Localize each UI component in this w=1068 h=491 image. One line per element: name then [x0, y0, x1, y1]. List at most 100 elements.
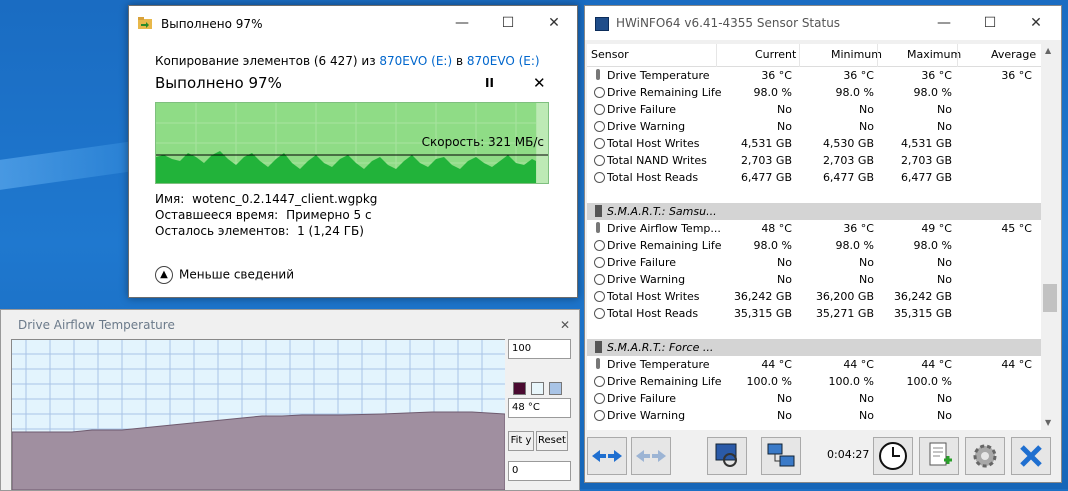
destination-link[interactable]: 870EVO (E:) — [467, 54, 540, 68]
sensor-row[interactable]: Drive Failure No No No — [587, 101, 1041, 118]
sensor-row[interactable]: Drive Temperature 36 °C 36 °C 36 °C 36 °C — [587, 67, 1041, 84]
sensor-name: Total Host Reads — [607, 307, 699, 320]
grid-color-swatch[interactable] — [549, 382, 562, 395]
sensor-monitor-icon[interactable] — [707, 437, 747, 475]
report-add-icon[interactable] — [919, 437, 959, 475]
sensor-row[interactable]: Drive Airflow Temp... 48 °C 36 °C 49 °C 45 °… — [587, 220, 1041, 237]
sensor-row[interactable]: Drive Warning No No No — [587, 407, 1041, 424]
sensor-minimum: 98.0 % — [835, 239, 874, 252]
header-minimum[interactable]: Minimum — [831, 48, 882, 61]
clock-icon — [594, 393, 605, 404]
fit-y-button[interactable]: Fit y — [508, 431, 534, 451]
graph-max-value[interactable]: 100 — [508, 339, 571, 359]
sensor-maximum: 35,315 GB — [893, 307, 952, 320]
hwinfo-close-button[interactable]: ✕ — [1013, 6, 1059, 40]
thermometer-icon — [596, 222, 600, 233]
vertical-scrollbar[interactable]: ▲ ▼ — [1042, 44, 1059, 430]
copy-progress-dialog: Выполнено 97% — ☐ ✕ Копирование элементо… — [128, 5, 578, 298]
graph-close-icon[interactable]: ✕ — [558, 318, 572, 332]
sensor-maximum: 36 °C — [921, 69, 952, 82]
sensor-maximum: 2,703 GB — [900, 154, 952, 167]
network-icon[interactable] — [761, 437, 801, 475]
clock-icon — [594, 274, 605, 285]
hwinfo-maximize-button[interactable]: ☐ — [967, 6, 1013, 40]
sensor-minimum: 44 °C — [843, 358, 874, 371]
drive-icon — [595, 341, 602, 353]
sensor-row[interactable]: Drive Failure No No No — [587, 254, 1041, 271]
sensor-current: 48 °C — [761, 222, 792, 235]
pause-button[interactable]: II — [485, 76, 494, 90]
nav-arrows-alt-icon[interactable] — [631, 437, 671, 475]
sensor-row[interactable]: Drive Warning No No No — [587, 118, 1041, 135]
sensor-name: Total Host Reads — [607, 171, 699, 184]
header-maximum[interactable]: Maximum — [907, 48, 961, 61]
sensor-current: 36,242 GB — [733, 290, 792, 303]
sensor-row[interactable]: Drive Remaining Life 98.0 % 98.0 % 98.0 % — [587, 237, 1041, 254]
header-sensor[interactable]: Sensor — [591, 48, 629, 61]
hwinfo-title: HWiNFO64 v6.41-4355 Sensor Status — [616, 16, 841, 30]
sensor-group-row[interactable]: S.M.A.R.T.: Samsu... — [587, 203, 1041, 220]
sensor-row[interactable]: Drive Failure No No No — [587, 390, 1041, 407]
sensor-row[interactable]: Total Host Writes 36,242 GB 36,200 GB 36,24… — [587, 288, 1041, 305]
sensor-group-row[interactable]: S.M.A.R.T.: Force ... — [587, 339, 1041, 356]
graph-min-value[interactable]: 0 — [508, 461, 571, 481]
sensor-minimum: No — [859, 392, 874, 405]
source-link[interactable]: 870EVO (E:) — [379, 54, 452, 68]
sensor-row[interactable]: Drive Warning No No No — [587, 271, 1041, 288]
hwinfo-titlebar[interactable]: HWiNFO64 v6.41-4355 Sensor Status — ☐ ✕ — [585, 6, 1061, 40]
background-color-swatch[interactable] — [531, 382, 544, 395]
sensor-current: No — [777, 103, 792, 116]
clock-icon[interactable] — [873, 437, 913, 475]
sensor-row[interactable]: Drive Remaining Life 100.0 % 100.0 % 100.0 … — [587, 373, 1041, 390]
close-button[interactable]: ✕ — [531, 6, 577, 40]
sensor-average: 36 °C — [1001, 69, 1032, 82]
nav-arrows-icon[interactable] — [587, 437, 627, 475]
hwinfo-minimize-button[interactable]: — — [921, 6, 967, 40]
scroll-up-icon[interactable]: ▲ — [1045, 46, 1051, 55]
sensor-name: Total Host Writes — [607, 290, 700, 303]
settings-icon[interactable] — [965, 437, 1005, 475]
scroll-down-icon[interactable]: ▼ — [1045, 418, 1051, 427]
scrollbar-thumb[interactable] — [1043, 284, 1057, 312]
sensor-row[interactable]: Total Host Writes 4,531 GB 4,530 GB 4,531 G… — [587, 135, 1041, 152]
sensor-name: Drive Warning — [607, 409, 686, 422]
minimize-button[interactable]: — — [439, 6, 485, 40]
thermometer-icon — [596, 358, 600, 369]
sensor-current: 35,315 GB — [733, 307, 792, 320]
maximize-button[interactable]: ☐ — [485, 6, 531, 40]
sensor-minimum: 36,200 GB — [815, 290, 874, 303]
clock-icon — [594, 87, 605, 98]
sensor-row[interactable]: Total Host Reads 35,315 GB 35,271 GB 35,315… — [587, 305, 1041, 322]
sensor-minimum: No — [859, 409, 874, 422]
sensor-current: 4,531 GB — [740, 137, 792, 150]
sensor-current: No — [777, 273, 792, 286]
sensor-row[interactable]: Total NAND Writes 2,703 GB 2,703 GB 2,703 G… — [587, 152, 1041, 169]
items-remaining-row: Осталось элементов: 1 (1,24 ГБ) — [155, 224, 364, 238]
sensor-row[interactable]: Drive Remaining Life 98.0 % 98.0 % 98.0 % — [587, 84, 1041, 101]
graph-plot-svg — [12, 340, 505, 490]
sensor-name: Drive Failure — [607, 256, 677, 269]
thermometer-icon — [596, 69, 600, 80]
drive-icon — [595, 205, 602, 217]
copy-folder-icon — [138, 17, 152, 29]
sensor-row[interactable]: Drive Temperature 44 °C 44 °C 44 °C 44 °C — [587, 356, 1041, 373]
graph-title: Drive Airflow Temperature — [18, 318, 175, 332]
line-color-swatch[interactable] — [513, 382, 526, 395]
less-details-label: Меньше сведений — [179, 267, 295, 282]
sensor-maximum: No — [937, 103, 952, 116]
copy-dialog-title: Выполнено 97% — [161, 17, 263, 31]
header-average[interactable]: Average — [991, 48, 1036, 61]
header-current[interactable]: Current — [755, 48, 796, 61]
sensor-minimum: No — [859, 273, 874, 286]
elapsed-time: 0:04:27 — [827, 448, 870, 461]
reset-button[interactable]: Reset — [536, 431, 568, 451]
cancel-copy-button[interactable]: ✕ — [533, 74, 546, 92]
sensor-name: Drive Remaining Life — [607, 239, 722, 252]
less-details-button[interactable]: ▲ Меньше сведений — [155, 266, 294, 284]
close-icon[interactable] — [1011, 437, 1051, 475]
sensor-row[interactable]: Total Host Reads 6,477 GB 6,477 GB 6,477 GB — [587, 169, 1041, 186]
items-remaining-label: Осталось элементов: — [155, 224, 290, 238]
time-remaining-row: Оставшееся время: Примерно 5 с — [155, 208, 372, 222]
copy-dialog-titlebar[interactable]: Выполнено 97% — ☐ ✕ — [129, 6, 577, 40]
sensor-minimum: 2,703 GB — [822, 154, 874, 167]
